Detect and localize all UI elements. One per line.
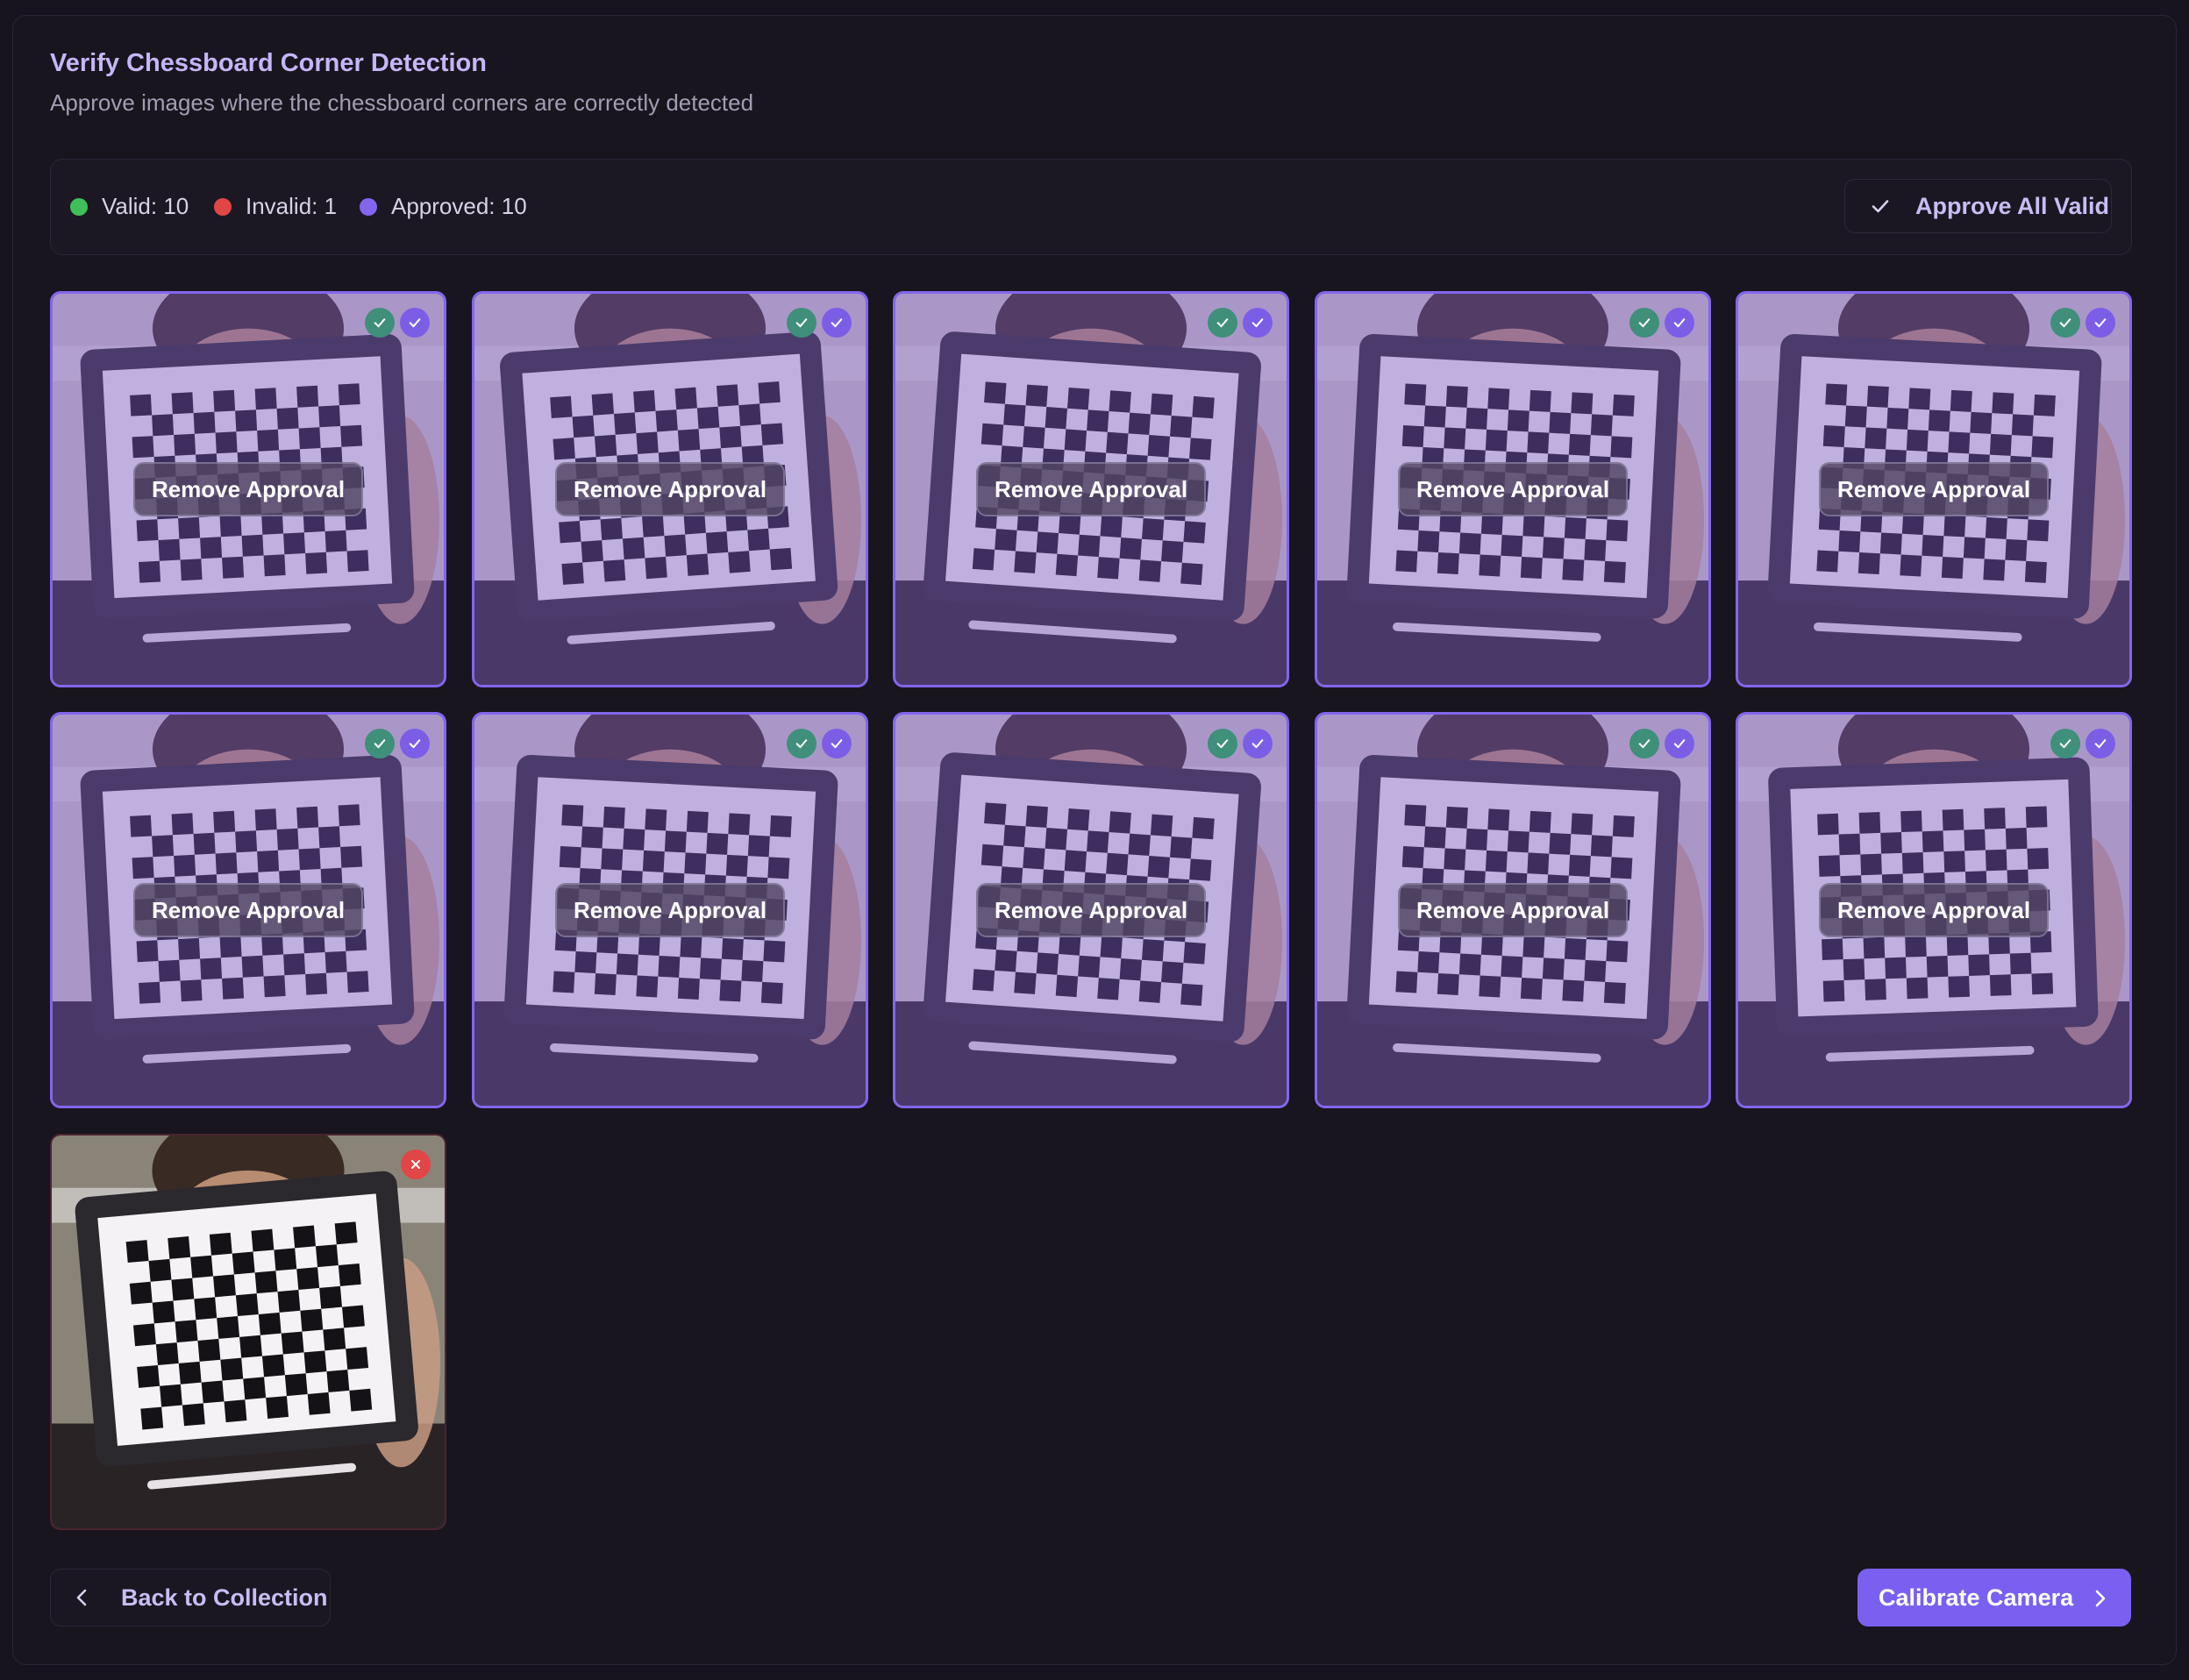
remove-approval-button[interactable]: Remove Approval bbox=[976, 883, 1206, 937]
calibration-image-tile[interactable]: Remove Approval bbox=[472, 712, 868, 1108]
remove-approval-button[interactable]: Remove Approval bbox=[1398, 883, 1628, 937]
remove-approval-button[interactable]: Remove Approval bbox=[133, 883, 363, 937]
approved-count: Approved: 10 bbox=[391, 193, 527, 219]
approved-check-icon bbox=[1665, 729, 1694, 758]
valid-check-icon bbox=[1629, 308, 1659, 338]
page-subtitle: Approve images where the chessboard corn… bbox=[50, 89, 754, 116]
page-title: Verify Chessboard Corner Detection bbox=[50, 49, 487, 77]
calibrate-label: Calibrate Camera bbox=[1879, 1584, 2074, 1611]
valid-check-icon bbox=[1208, 729, 1237, 758]
calibration-image-tile[interactable]: Remove Approval bbox=[893, 291, 1289, 687]
invalid-stat: Invalid: 1 bbox=[214, 193, 337, 220]
calibration-image-tile[interactable] bbox=[50, 1134, 446, 1530]
valid-check-icon bbox=[2050, 729, 2080, 758]
valid-check-icon bbox=[365, 729, 395, 758]
approved-check-icon bbox=[822, 308, 852, 338]
calibration-image-tile[interactable]: Remove Approval bbox=[50, 712, 446, 1108]
calibration-image-tile[interactable]: Remove Approval bbox=[1315, 291, 1711, 687]
valid-check-icon bbox=[787, 308, 816, 338]
back-to-collection-button[interactable]: Back to Collection bbox=[50, 1569, 331, 1627]
approved-check-icon bbox=[2086, 729, 2115, 758]
remove-approval-button[interactable]: Remove Approval bbox=[555, 462, 785, 516]
remove-approval-button[interactable]: Remove Approval bbox=[976, 462, 1206, 516]
valid-check-icon bbox=[787, 729, 816, 758]
remove-approval-button[interactable]: Remove Approval bbox=[1398, 462, 1628, 516]
valid-check-icon bbox=[1629, 729, 1659, 758]
chessboard-photo bbox=[52, 1135, 445, 1528]
calibration-image-tile[interactable]: Remove Approval bbox=[893, 712, 1289, 1108]
calibration-image-tile[interactable]: Remove Approval bbox=[472, 291, 868, 687]
valid-check-icon bbox=[1208, 308, 1237, 338]
chevron-right-icon bbox=[2095, 1590, 2106, 1607]
approved-check-icon bbox=[400, 308, 430, 338]
stats-bar: Valid: 10 Invalid: 1 Approved: 10 Approv… bbox=[50, 159, 2132, 255]
calibrate-camera-button[interactable]: Calibrate Camera bbox=[1857, 1569, 2131, 1627]
valid-dot-icon bbox=[70, 197, 88, 216]
invalid-count: Invalid: 1 bbox=[246, 193, 338, 219]
chevron-left-icon bbox=[76, 1589, 87, 1606]
approved-check-icon bbox=[400, 729, 430, 758]
approved-check-icon bbox=[822, 729, 852, 758]
valid-stat: Valid: 10 bbox=[70, 193, 189, 220]
invalid-x-icon bbox=[401, 1150, 431, 1179]
approve-all-label: Approve All Valid bbox=[1915, 192, 2110, 219]
remove-approval-button[interactable]: Remove Approval bbox=[1819, 462, 2049, 516]
approved-check-icon bbox=[1243, 308, 1273, 338]
remove-approval-button[interactable]: Remove Approval bbox=[133, 462, 363, 516]
approved-check-icon bbox=[1243, 729, 1273, 758]
valid-count: Valid: 10 bbox=[102, 193, 189, 219]
invalid-dot-icon bbox=[214, 197, 232, 216]
check-icon bbox=[1872, 200, 1889, 213]
remove-approval-button[interactable]: Remove Approval bbox=[555, 883, 785, 937]
back-label: Back to Collection bbox=[121, 1584, 328, 1611]
remove-approval-button[interactable]: Remove Approval bbox=[1819, 883, 2049, 937]
valid-check-icon bbox=[2050, 308, 2080, 338]
approve-all-valid-button[interactable]: Approve All Valid bbox=[1844, 179, 2112, 233]
approved-check-icon bbox=[2086, 308, 2115, 338]
calibration-image-tile[interactable]: Remove Approval bbox=[1315, 712, 1711, 1108]
calibration-image-tile[interactable]: Remove Approval bbox=[1736, 712, 2132, 1108]
approved-dot-icon bbox=[360, 197, 377, 216]
calibration-image-tile[interactable]: Remove Approval bbox=[1736, 291, 2132, 687]
valid-check-icon bbox=[365, 308, 395, 338]
approved-check-icon bbox=[1665, 308, 1694, 338]
calibration-image-tile[interactable]: Remove Approval bbox=[50, 291, 446, 687]
approved-stat: Approved: 10 bbox=[360, 193, 527, 220]
